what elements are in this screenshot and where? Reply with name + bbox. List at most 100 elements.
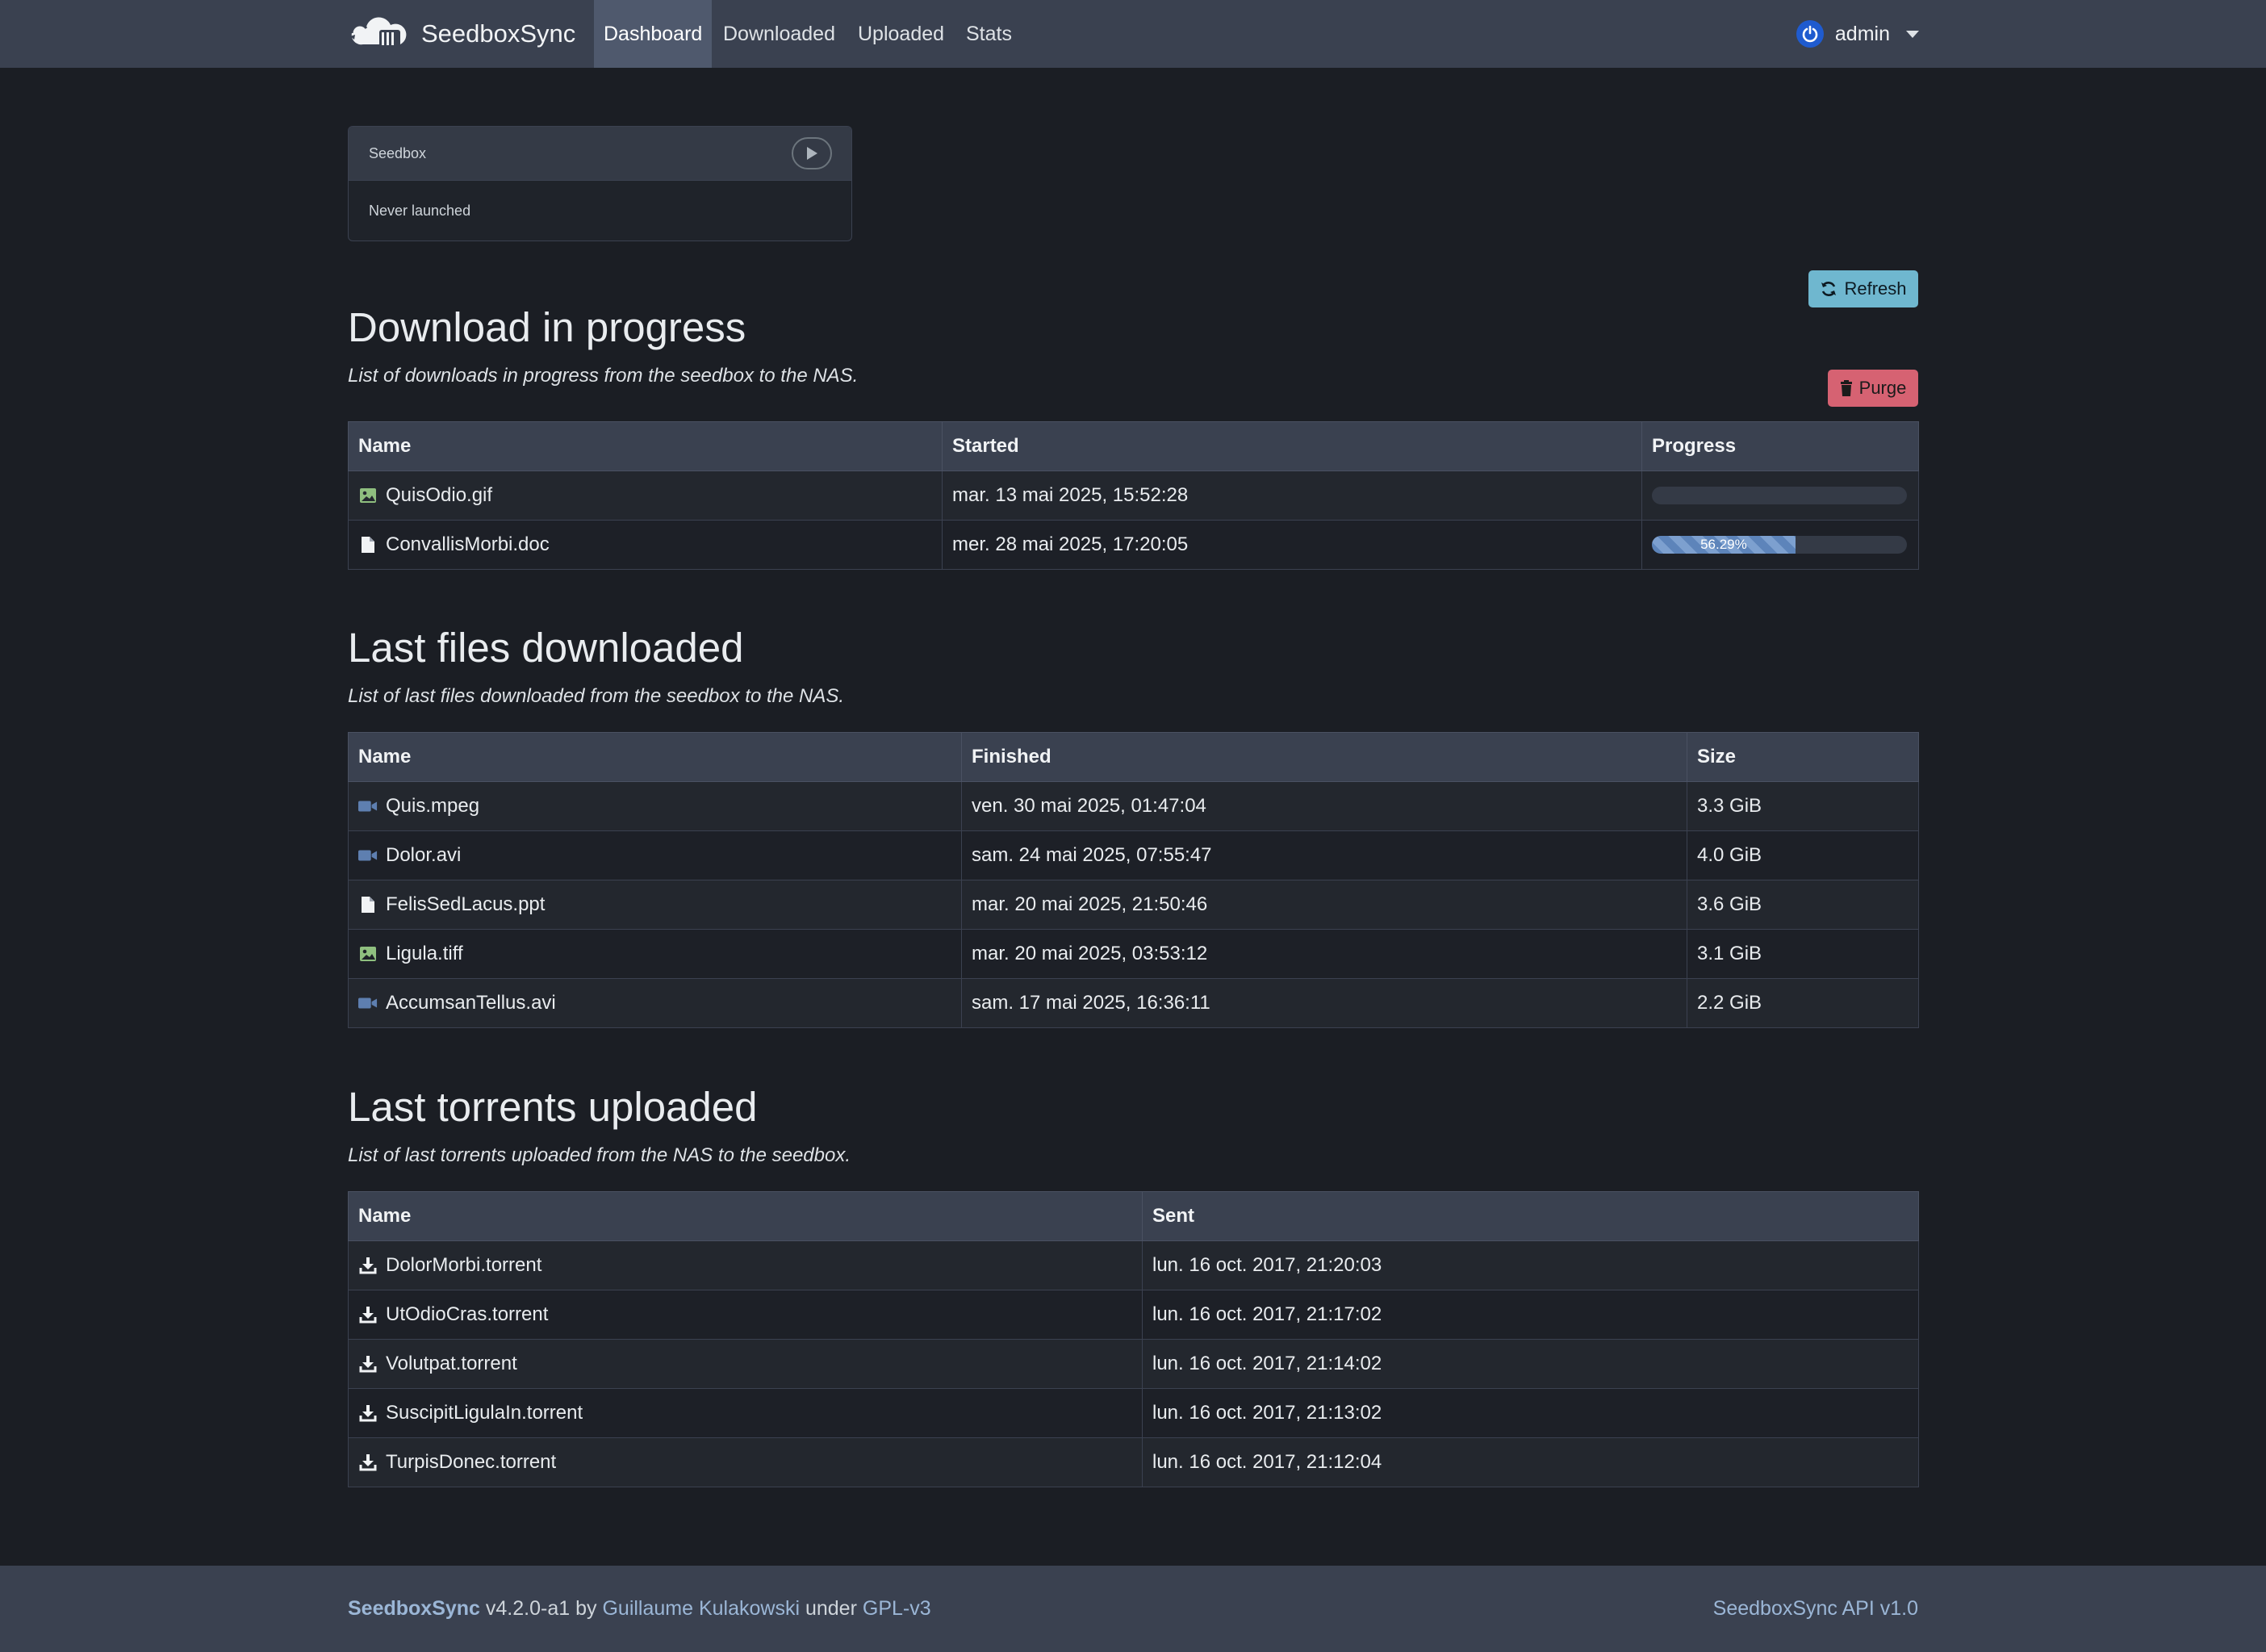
brand[interactable]: SeedboxSync (347, 0, 575, 68)
sent-cell: lun. 16 oct. 2017, 21:17:02 (1142, 1290, 1919, 1340)
license-link[interactable]: GPL-v3 (863, 1597, 931, 1620)
name-cell: Quis.mpeg (348, 781, 962, 831)
file-name: Ligula.tiff (386, 943, 463, 964)
downloads-in-progress-title: Download in progress (348, 304, 746, 350)
sent-cell: lun. 16 oct. 2017, 21:14:02 (1142, 1339, 1919, 1389)
play-icon (807, 147, 817, 160)
refresh-button[interactable]: Refresh (1808, 270, 1918, 307)
column-header-size[interactable]: Size (1687, 732, 1919, 782)
last-downloaded-subtitle: List of last files downloaded from the s… (348, 685, 845, 707)
sent-cell: lun. 16 oct. 2017, 21:20:03 (1142, 1240, 1919, 1290)
author-link[interactable]: Guillaume Kulakowski (602, 1597, 800, 1620)
progress-cell: 56.29% (1641, 520, 1919, 570)
footer-under: under (805, 1597, 857, 1620)
user-name[interactable]: admin (1835, 23, 1890, 46)
table-row[interactable]: TurpisDonec.torrent lun. 16 oct. 2017, 2… (348, 1437, 1919, 1487)
power-icon (1796, 20, 1824, 48)
footer-by: by (575, 1597, 597, 1620)
name-cell: SuscipitLigulaIn.torrent (348, 1388, 1143, 1438)
download-icon (358, 1256, 378, 1275)
launch-sync-button[interactable] (792, 137, 832, 169)
nav-dashboard[interactable]: Dashboard (594, 0, 713, 68)
file-name: FelisSedLacus.ppt (386, 893, 546, 915)
finished-cell: mar. 20 mai 2025, 03:53:12 (961, 929, 1687, 979)
file-name: Quis.mpeg (386, 795, 480, 817)
table-row[interactable]: FelisSedLacus.ppt mar. 20 mai 2025, 21:5… (348, 880, 1919, 930)
table-row[interactable]: AccumsanTellus.avi sam. 17 mai 2025, 16:… (348, 978, 1919, 1028)
footer: SeedboxSync v4.2.0-a1 by Guillaume Kulak… (0, 1566, 2266, 1652)
last-uploaded-subtitle: List of last torrents uploaded from the … (348, 1144, 851, 1166)
table-row[interactable]: Quis.mpeg ven. 30 mai 2025, 01:47:04 3.3… (348, 781, 1919, 831)
table-row[interactable]: UtOdioCras.torrent lun. 16 oct. 2017, 21… (348, 1290, 1919, 1340)
size-cell: 3.3 GiB (1687, 781, 1919, 831)
refresh-label[interactable]: Refresh (1844, 278, 1906, 299)
last-uploaded-title: Last torrents uploaded (348, 1084, 758, 1130)
table-header-row: Name Finished Size (348, 732, 1919, 782)
table-row[interactable]: Dolor.avi sam. 24 mai 2025, 07:55:47 4.0… (348, 830, 1919, 880)
size-cell: 3.1 GiB (1687, 929, 1919, 979)
name-cell: ConvallisMorbi.doc (348, 520, 943, 570)
table-row[interactable]: Volutpat.torrent lun. 16 oct. 2017, 21:1… (348, 1339, 1919, 1389)
user-menu[interactable]: admin (1796, 0, 1919, 68)
table-header-row: Name Sent (348, 1191, 1919, 1241)
file-name: ConvallisMorbi.doc (386, 533, 550, 555)
video-file-icon (358, 993, 378, 1013)
last-downloaded-title: Last files downloaded (348, 625, 744, 671)
name-cell: DolorMorbi.torrent (348, 1240, 1143, 1290)
name-cell: Volutpat.torrent (348, 1339, 1143, 1389)
finished-cell: ven. 30 mai 2025, 01:47:04 (961, 781, 1687, 831)
chevron-down-icon[interactable] (1906, 30, 1919, 38)
column-header-finished[interactable]: Finished (961, 732, 1687, 782)
file-icon (358, 535, 378, 554)
table-row[interactable]: ConvallisMorbi.doc mer. 28 mai 2025, 17:… (348, 520, 1919, 570)
download-icon (358, 1305, 378, 1324)
trash-icon (1840, 380, 1852, 396)
file-name: QuisOdio.gif (386, 484, 493, 506)
downloads-in-progress-table: Name Started Progress QuisOdio.gif mar. … (348, 421, 1919, 570)
column-header-name[interactable]: Name (348, 1191, 1143, 1241)
name-cell: Ligula.tiff (348, 929, 962, 979)
table-header-row: Name Started Progress (348, 421, 1919, 471)
column-header-started[interactable]: Started (942, 421, 1642, 471)
table-row[interactable]: DolorMorbi.torrent lun. 16 oct. 2017, 21… (348, 1240, 1919, 1290)
file-name: Dolor.avi (386, 844, 462, 866)
brand-name[interactable]: SeedboxSync (421, 19, 575, 48)
size-cell: 2.2 GiB (1687, 978, 1919, 1028)
footer-app-name: SeedboxSync (348, 1597, 480, 1620)
download-icon (358, 1354, 378, 1374)
finished-cell: sam. 17 mai 2025, 16:36:11 (961, 978, 1687, 1028)
purge-button[interactable]: Purge (1828, 370, 1918, 407)
column-header-name[interactable]: Name (348, 421, 943, 471)
name-cell: UtOdioCras.torrent (348, 1290, 1143, 1340)
api-version-link[interactable]: SeedboxSync API v1.0 (1713, 1566, 1918, 1652)
progress-bar: 56.29% (1652, 536, 1907, 554)
footer-credits: SeedboxSync v4.2.0-a1 by Guillaume Kulak… (348, 1566, 931, 1652)
seedbox-card: Seedbox Never launched (348, 126, 852, 241)
name-cell: AccumsanTellus.avi (348, 978, 962, 1028)
torrent-name: UtOdioCras.torrent (386, 1303, 549, 1325)
last-downloaded-table: Name Finished Size Quis.mpeg ven. 30 mai… (348, 732, 1919, 1028)
table-row[interactable]: SuscipitLigulaIn.torrent lun. 16 oct. 20… (348, 1388, 1919, 1438)
progress-cell (1641, 471, 1919, 521)
sent-cell: lun. 16 oct. 2017, 21:13:02 (1142, 1388, 1919, 1438)
torrent-name: Volutpat.torrent (386, 1353, 517, 1374)
image-file-icon (358, 486, 378, 505)
column-header-progress[interactable]: Progress (1641, 421, 1919, 471)
last-uploaded-table: Name Sent DolorMorbi.torrent lun. 16 oct… (348, 1191, 1919, 1487)
nav-downloaded[interactable]: Downloaded (713, 0, 845, 68)
name-cell: Dolor.avi (348, 830, 962, 880)
torrent-name: SuscipitLigulaIn.torrent (386, 1402, 583, 1424)
progress-bar (1652, 487, 1907, 504)
nav-stats[interactable]: Stats (956, 0, 1022, 68)
column-header-name[interactable]: Name (348, 732, 962, 782)
video-file-icon (358, 846, 378, 865)
torrent-name: TurpisDonec.torrent (386, 1451, 557, 1473)
footer-version: v4.2.0-a1 (485, 1597, 571, 1620)
purge-label[interactable]: Purge (1859, 378, 1907, 399)
table-row[interactable]: QuisOdio.gif mar. 13 mai 2025, 15:52:28 (348, 471, 1919, 521)
nav-uploaded[interactable]: Uploaded (848, 0, 954, 68)
column-header-sent[interactable]: Sent (1142, 1191, 1919, 1241)
finished-cell: sam. 24 mai 2025, 07:55:47 (961, 830, 1687, 880)
seedbox-logo-icon (350, 17, 407, 48)
table-row[interactable]: Ligula.tiff mar. 20 mai 2025, 03:53:12 3… (348, 929, 1919, 979)
